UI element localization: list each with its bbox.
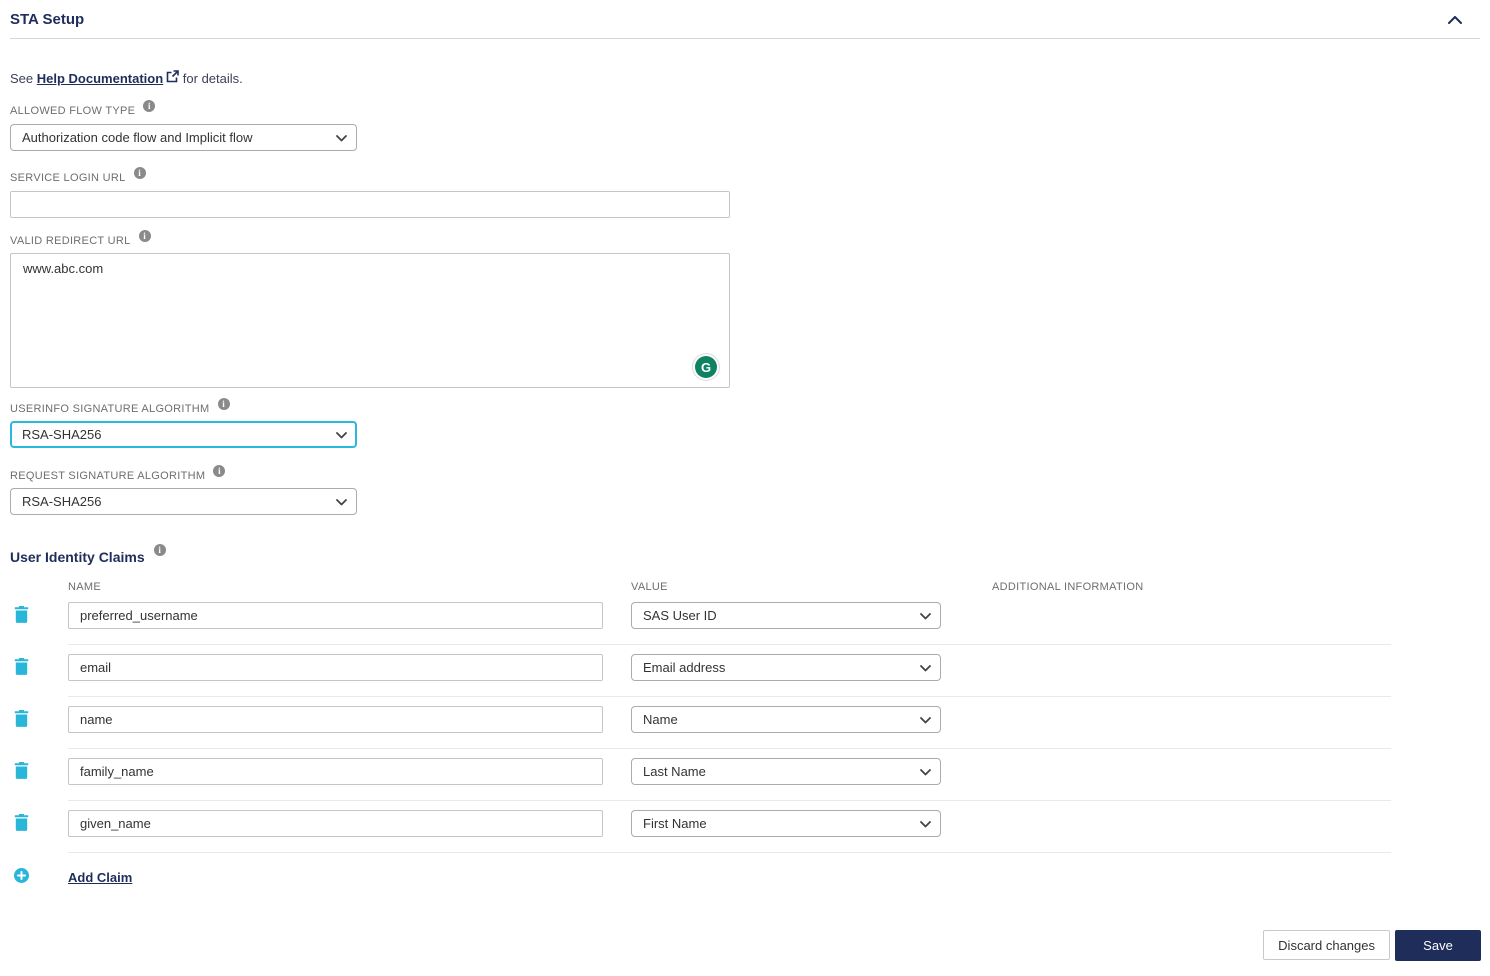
claim-row: First Name: [10, 810, 1480, 837]
panel-header: STA Setup: [10, 0, 1480, 39]
trash-icon: [14, 761, 29, 782]
claim-name-input[interactable]: [68, 810, 603, 837]
page-title: STA Setup: [10, 11, 85, 28]
info-icon[interactable]: [217, 398, 230, 410]
footer-actions: Discard changes Save: [1263, 930, 1481, 961]
claim-name-input[interactable]: [68, 654, 603, 681]
trash-icon: [14, 813, 29, 834]
add-claim-button[interactable]: [10, 868, 68, 886]
claim-row: Name: [10, 706, 1480, 733]
claim-name-input[interactable]: [68, 602, 603, 629]
column-header-value: VALUE: [631, 581, 668, 593]
service-login-url-input[interactable]: [10, 191, 730, 218]
row-divider: [68, 644, 1391, 645]
plus-circle-icon: [14, 868, 29, 886]
add-claim-row: Add Claim: [10, 867, 1480, 887]
service-login-url-label: SERVICE LOGIN URL: [10, 172, 126, 184]
claim-value-select[interactable]: First Name: [631, 810, 941, 837]
info-icon[interactable]: [213, 465, 226, 477]
claim-row: SAS User ID: [10, 602, 1480, 629]
userinfo-signature-algorithm-select[interactable]: RSA-SHA256: [10, 421, 357, 448]
request-signature-algorithm-select[interactable]: RSA-SHA256: [10, 488, 357, 515]
userinfo-signature-algorithm-label: USERINFO SIGNATURE ALGORITHM: [10, 403, 210, 415]
row-divider: [68, 852, 1391, 853]
help-link-label: Help Documentation: [36, 71, 164, 86]
discard-changes-button[interactable]: Discard changes: [1263, 930, 1390, 960]
allowed-flow-type-label: ALLOWED FLOW TYPE: [10, 105, 136, 117]
help-prefix: See: [10, 71, 34, 86]
trash-icon: [14, 605, 29, 626]
claim-value-select[interactable]: SAS User ID: [631, 602, 941, 629]
external-link-icon: [166, 70, 179, 87]
valid-redirect-url-textarea[interactable]: www.abc.com: [10, 253, 730, 388]
column-header-name: NAME: [68, 581, 101, 593]
claim-row: Email address: [10, 654, 1480, 681]
info-icon[interactable]: [133, 167, 146, 179]
delete-claim-button[interactable]: [10, 657, 68, 678]
row-divider: [68, 800, 1391, 801]
info-icon[interactable]: [143, 100, 156, 112]
claim-value-select[interactable]: Name: [631, 706, 941, 733]
help-documentation-link[interactable]: Help Documentation: [37, 70, 179, 87]
save-button[interactable]: Save: [1395, 930, 1481, 961]
request-signature-algorithm-label: REQUEST SIGNATURE ALGORITHM: [10, 470, 206, 482]
claim-name-input[interactable]: [68, 706, 603, 733]
collapse-panel-button[interactable]: [1438, 10, 1472, 29]
row-divider: [68, 748, 1391, 749]
delete-claim-button[interactable]: [10, 761, 68, 782]
allowed-flow-type-select[interactable]: Authorization code flow and Implicit flo…: [10, 124, 357, 151]
trash-icon: [14, 709, 29, 730]
delete-claim-button[interactable]: [10, 709, 68, 730]
claim-name-input[interactable]: [68, 758, 603, 785]
help-text: See Help Documentation for details.: [10, 70, 1480, 87]
info-icon[interactable]: [153, 544, 166, 556]
claim-value-select[interactable]: Email address: [631, 654, 941, 681]
info-icon[interactable]: [138, 230, 151, 242]
chevron-up-icon: [1448, 12, 1462, 27]
user-identity-claims-heading: User Identity Claims: [10, 549, 145, 565]
valid-redirect-url-label: VALID REDIRECT URL: [10, 235, 131, 247]
claim-value-select[interactable]: Last Name: [631, 758, 941, 785]
sta-setup-panel: STA Setup See Help Documentation for det…: [0, 0, 1490, 961]
claims-table-header: NAME VALUE ADDITIONAL INFORMATION: [10, 581, 1480, 593]
help-suffix: for details.: [182, 71, 243, 86]
panel-content: See Help Documentation for details. ALLO…: [0, 70, 1490, 887]
add-claim-link[interactable]: Add Claim: [68, 870, 631, 885]
row-divider: [68, 696, 1391, 697]
delete-claim-button[interactable]: [10, 605, 68, 626]
grammarly-icon[interactable]: G: [695, 356, 717, 378]
claim-row: Last Name: [10, 758, 1480, 785]
delete-claim-button[interactable]: [10, 813, 68, 834]
trash-icon: [14, 657, 29, 678]
column-header-additional: ADDITIONAL INFORMATION: [992, 581, 1144, 593]
